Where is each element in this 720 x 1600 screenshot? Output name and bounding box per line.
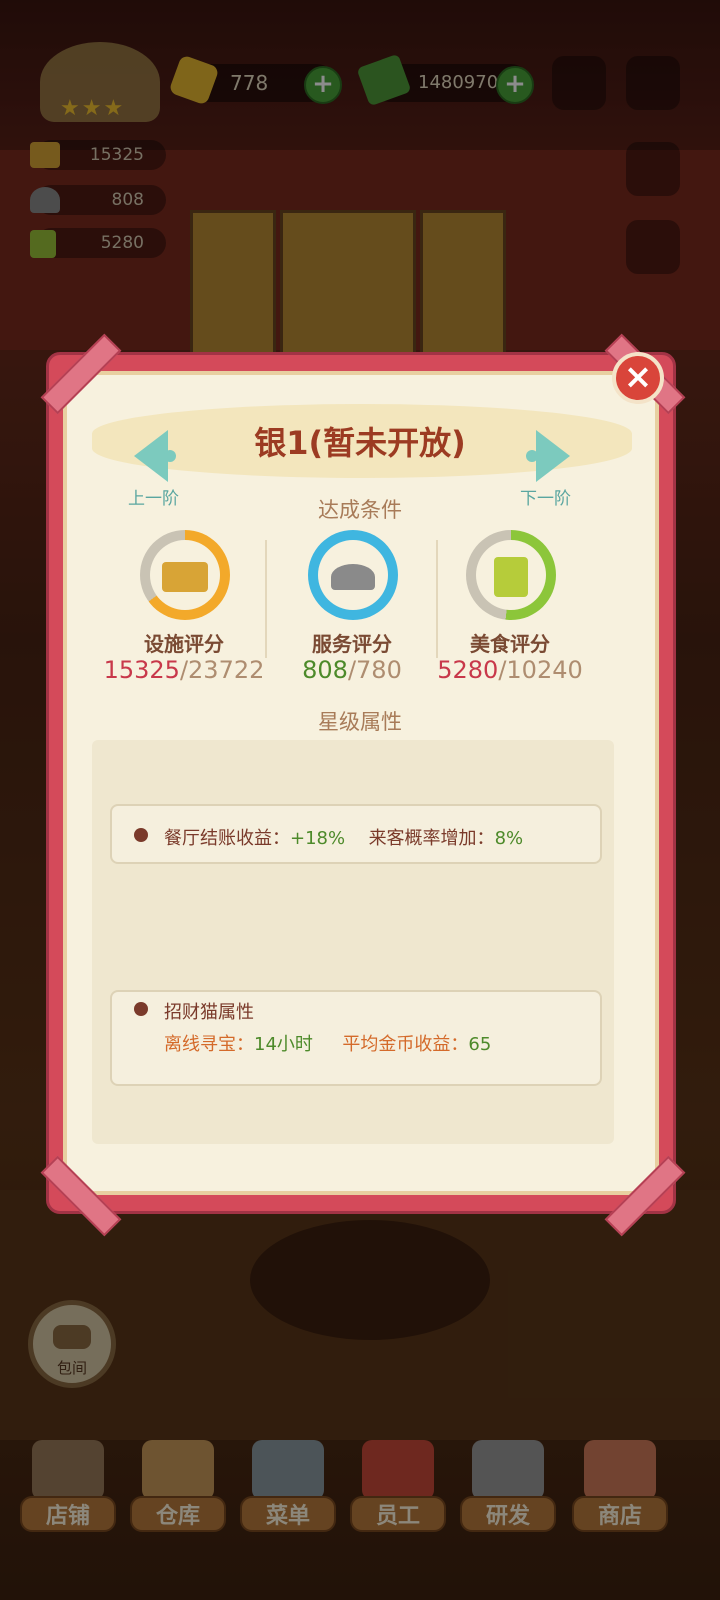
lucky-cat-attribute-box: 招财猫属性 离线寻宝：14小时 平均金币收益：65 [110,990,602,1086]
service-score-ring [308,530,398,620]
dialog-title: 银1(暂未开放) [254,424,466,462]
facility-score-ring [140,530,230,620]
next-arrow-dot [526,450,538,462]
star-attributes-heading: 星级属性 [318,710,402,734]
restaurant-attribute-text: 餐厅结账收益：+18% 来客概率增加：8% [164,828,524,849]
next-tier-arrow-icon[interactable] [536,430,570,482]
close-button[interactable]: × [612,352,664,404]
food-score-value: 5280/10240 [437,656,583,684]
food-book-icon [466,530,556,620]
lucky-cat-attribute-text: 离线寻宝：14小时 平均金币收益：65 [164,1034,492,1055]
bullet-icon [134,828,148,842]
conditions-heading: 达成条件 [318,498,402,522]
prev-tier-arrow-icon[interactable] [134,430,168,482]
close-icon: × [623,357,653,397]
service-cloche-icon [308,530,398,620]
lucky-cat-title: 招财猫属性 [164,1002,254,1023]
food-score-label: 美食评分 [470,632,550,656]
facility-icon [140,530,230,620]
prev-arrow-dot [164,450,176,462]
restaurant-attribute-box: 餐厅结账收益：+18% 来客概率增加：8% [110,804,602,864]
bullet-icon [134,1002,148,1016]
food-score-ring [466,530,556,620]
